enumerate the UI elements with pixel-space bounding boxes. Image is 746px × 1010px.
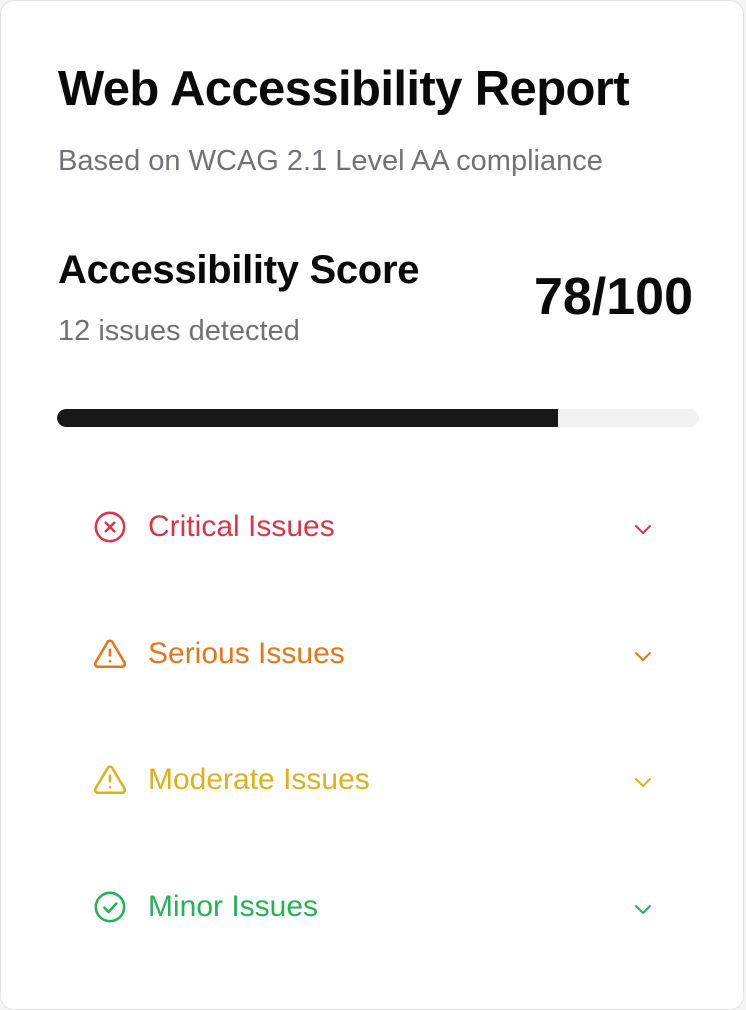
score-progress-fill [57,409,558,427]
serious-issues-label: Serious Issues [148,637,345,670]
critical-issues-label: Critical Issues [148,510,335,543]
score-value: 78/100 [533,268,693,326]
minor-issues-toggle[interactable]: Minor Issues [77,870,675,944]
accessibility-report-card: Web Accessibility Report Based on WCAG 2… [0,0,744,1010]
chevron-down-icon [635,778,651,787]
serious-issues-toggle[interactable]: Serious Issues [77,617,675,691]
chevron-down-icon [635,525,651,534]
moderate-issues-label: Moderate Issues [148,763,370,796]
check-circle-icon [94,891,126,923]
minor-issues-label: Minor Issues [148,890,319,923]
x-circle-icon [94,511,126,543]
chevron-down-icon [635,905,651,914]
issues-count: 12 issues detected [58,315,300,347]
critical-issues-toggle[interactable]: Critical Issues [77,490,675,564]
moderate-issues-toggle[interactable]: Moderate Issues [77,743,675,817]
chevron-down-icon [635,652,651,661]
score-label: Accessibility Score [58,248,420,292]
warning-triangle-icon [93,639,127,669]
warning-triangle-icon [93,765,127,795]
report-title: Web Accessibility Report [58,62,630,116]
score-progress-bar [57,409,699,427]
report-subtitle: Based on WCAG 2.1 Level AA compliance [58,145,603,177]
